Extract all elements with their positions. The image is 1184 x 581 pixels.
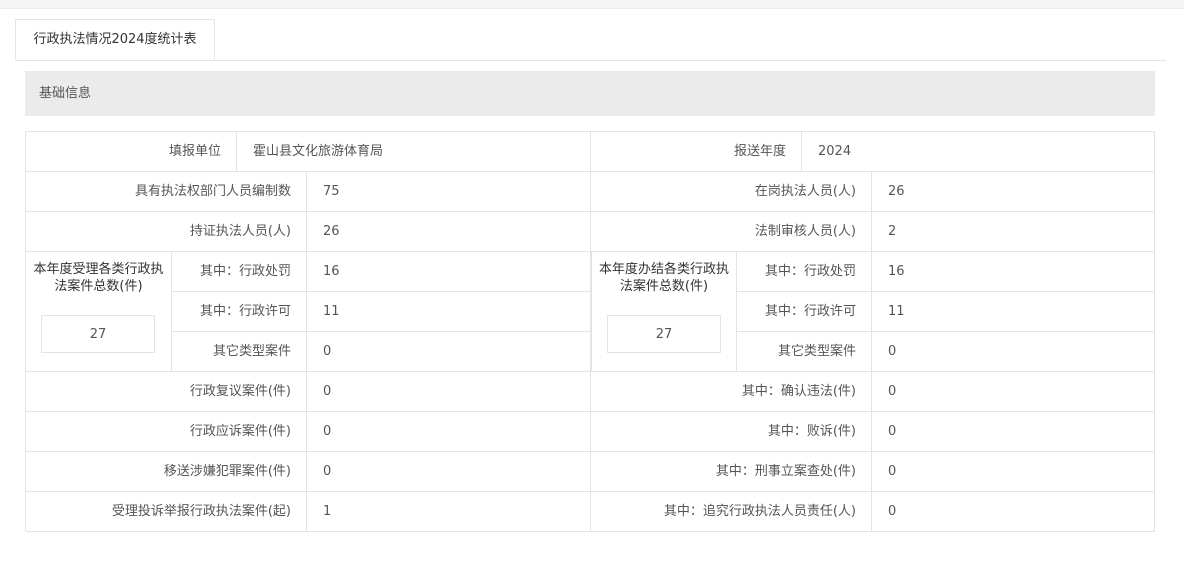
concluded-other-value: 0: [872, 332, 1155, 372]
criminal-case-label: 其中：刑事立案查处(件): [591, 452, 872, 492]
accepted-cases-group: 本年度受理各类行政执法案件总数(件) 27: [26, 252, 172, 372]
certified-value: 26: [307, 212, 591, 252]
accepted-penalty-label: 其中：行政处罚: [172, 252, 307, 292]
review-value: 0: [307, 372, 591, 412]
staff-quota-label: 具有执法权部门人员编制数: [26, 172, 307, 212]
accepted-cases-title: 本年度受理各类行政执法案件总数(件): [33, 262, 164, 294]
concluded-cases-group: 本年度办结各类行政执法案件总数(件) 27: [591, 252, 737, 372]
criminal-case-value: 0: [872, 452, 1155, 492]
accountability-label: 其中：追究行政执法人员责任(人): [591, 492, 872, 532]
accepted-other-value: 0: [307, 332, 591, 372]
lost-value: 0: [872, 412, 1155, 452]
legal-review-label: 法制审核人员(人): [591, 212, 872, 252]
confirm-illegal-value: 0: [872, 372, 1155, 412]
complaint-value: 1: [307, 492, 591, 532]
lawsuit-label: 行政应诉案件(件): [26, 412, 307, 452]
lawsuit-value: 0: [307, 412, 591, 452]
concluded-permit-label: 其中：行政许可: [737, 292, 872, 332]
accepted-permit-label: 其中：行政许可: [172, 292, 307, 332]
accepted-permit-value: 11: [307, 292, 591, 332]
review-label: 行政复议案件(件): [26, 372, 307, 412]
certified-label: 持证执法人员(人): [26, 212, 307, 252]
crime-label: 移送涉嫌犯罪案件(件): [26, 452, 307, 492]
unit-value: 霍山县文化旅游体育局: [237, 132, 591, 172]
complaint-label: 受理投诉举报行政执法案件(起): [26, 492, 307, 532]
unit-label: 填报单位: [26, 132, 237, 172]
accountability-value: 0: [872, 492, 1155, 532]
statistics-form-grid: 填报单位 霍山县文化旅游体育局 报送年度 2024 具有执法权部门人员编制数 7…: [25, 131, 1155, 532]
on-duty-label: 在岗执法人员(人): [591, 172, 872, 212]
legal-review-value: 2: [872, 212, 1155, 252]
tab-bar: 行政执法情况2024度统计表: [15, 19, 1166, 61]
concluded-cases-total-field[interactable]: 27: [607, 315, 721, 353]
year-label: 报送年度: [591, 132, 802, 172]
crime-value: 0: [307, 452, 591, 492]
year-value: 2024: [802, 132, 1155, 172]
tab-statistics-2024[interactable]: 行政执法情况2024度统计表: [15, 19, 215, 60]
section-header-basic-info: 基础信息: [25, 71, 1155, 116]
concluded-permit-value: 11: [872, 292, 1155, 332]
concluded-penalty-label: 其中：行政处罚: [737, 252, 872, 292]
confirm-illegal-label: 其中：确认违法(件): [591, 372, 872, 412]
lost-label: 其中：败诉(件): [591, 412, 872, 452]
accepted-cases-total-field[interactable]: 27: [41, 315, 155, 353]
on-duty-value: 26: [872, 172, 1155, 212]
concluded-other-label: 其它类型案件: [737, 332, 872, 372]
accepted-penalty-value: 16: [307, 252, 591, 292]
staff-quota-value: 75: [307, 172, 591, 212]
accepted-other-label: 其它类型案件: [172, 332, 307, 372]
concluded-cases-title: 本年度办结各类行政执法案件总数(件): [598, 262, 729, 294]
concluded-penalty-value: 16: [872, 252, 1155, 292]
top-bar: [0, 0, 1184, 9]
